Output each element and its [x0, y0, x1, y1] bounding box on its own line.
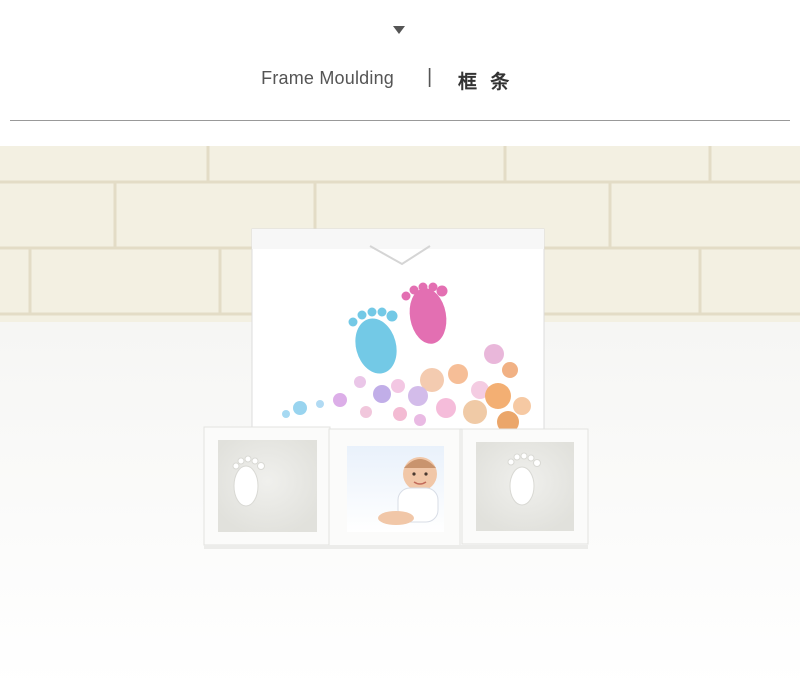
- chevron-down-icon: [393, 26, 405, 34]
- left-footprint-frame: [203, 426, 331, 546]
- gift-box: [251, 228, 545, 433]
- product-scene-illustration: [0, 146, 800, 689]
- divider: [10, 120, 790, 121]
- section-title-chinese: 框 条: [458, 72, 514, 93]
- center-photo-frame: [328, 428, 461, 548]
- frame-shadow: [204, 545, 588, 549]
- section-title-english: Frame Moulding: [261, 68, 394, 88]
- title-separator: |: [427, 66, 433, 88]
- product-photo: [0, 146, 800, 689]
- right-footprint-frame: [461, 428, 589, 545]
- section-header: Frame Moulding | 框 条: [0, 0, 800, 146]
